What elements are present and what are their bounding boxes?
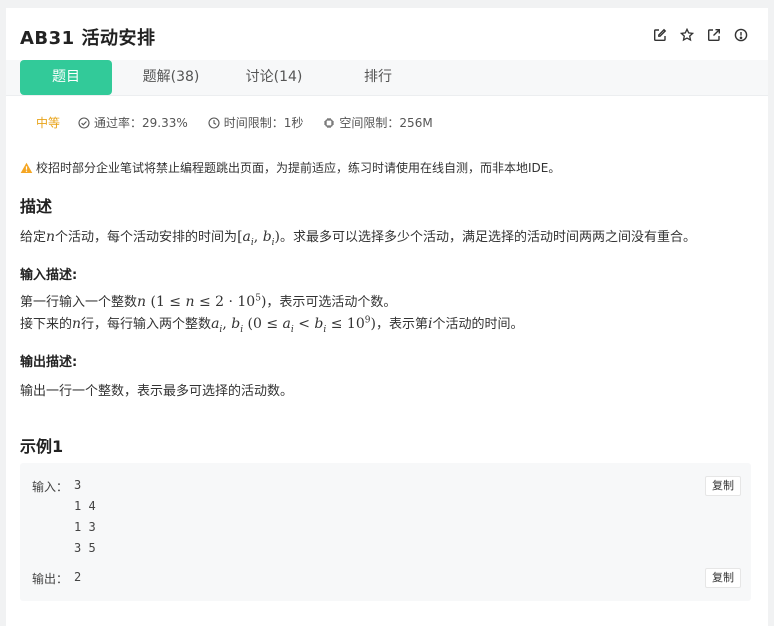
input-heading: 输入描述: [20,268,78,283]
time-limit-text: 时间限制：1秒 [223,116,304,130]
tab-solutions[interactable]: 题解(38) [136,60,206,95]
example-output-value: 2 [74,570,82,584]
example-heading: 示例1 [20,437,64,456]
example-input-line: 3 [74,478,82,492]
warning-icon [20,162,33,173]
notice-text: 校招时部分企业笔试将禁止编程题跳出页面，为提前适应，练习时请使用在线自测，而非本… [36,161,561,175]
output-text: 输出一行一个整数，表示最多可选择的活动数。 [20,384,294,399]
check-circle-icon [78,116,90,129]
example-output-label: 输出： [32,572,69,586]
problem-title: AB31 活动安排 [20,28,156,49]
output-heading: 输出描述: [20,355,78,370]
pass-rate-text: 通过率：29.33% [94,116,188,130]
difficulty-badge: 中等 [36,116,61,130]
description-heading: 描述 [20,197,53,216]
external-link-icon[interactable] [707,28,721,42]
example-box: 输入： 3 1 4 1 3 3 5 复制 输出： 2 复制 [20,463,751,601]
clock-icon [208,116,220,129]
exam-notice: 校招时部分企业笔试将禁止编程题跳出页面，为提前适应，练习时请使用在线自测，而非本… [20,159,560,176]
star-icon[interactable] [680,28,694,42]
copy-input-button[interactable]: 复制 [705,476,741,496]
interval-formula: [ai, bi) [237,229,281,248]
problem-header: AB31 活动安排 [6,8,768,60]
tab-bar: 题目 题解(38) 讨论(14) 排行 [6,60,768,96]
report-icon[interactable] [734,28,748,42]
space-limit: 空间限制：256M [323,114,433,131]
copy-output-button[interactable]: 复制 [705,568,741,588]
space-limit-text: 空间限制：256M [339,116,433,130]
pass-rate: 通过率：29.33% [78,114,188,131]
tab-ranking[interactable]: 排行 [356,60,400,95]
header-actions [653,28,748,42]
input-line-2: 接下来的n行，每行输入两个整数ai, bi (0 ≤ ai < bi ≤ 109… [20,315,524,335]
time-limit: 时间限制：1秒 [208,114,304,131]
description-text: 给定n个活动，每个活动安排的时间为[ai, bi)。求最多可以选择多少个活动，满… [20,229,697,248]
edit-icon[interactable] [653,28,667,42]
tab-problem[interactable]: 题目 [20,60,112,95]
problem-meta: 中等 通过率：29.33% 时间限制：1秒 空间限制：256M [36,114,453,131]
problem-card: AB31 活动安排 题目 题解(38) 讨论(14) 排行 中等 通过率：29.… [6,8,768,626]
example-input-line: 1 3 [74,520,96,534]
ab-constraint-formula: ai, bi (0 ≤ ai < bi ≤ 109) [211,315,376,335]
example-input-line: 3 5 [74,541,96,555]
input-line-1: 第一行输入一个整数n (1 ≤ n ≤ 2 · 105)，表示可选活动个数。 [20,293,397,310]
tab-discussion[interactable]: 讨论(14) [242,60,306,95]
chip-icon [324,117,335,128]
n-constraint-formula: n (1 ≤ n ≤ 2 · 105) [137,293,267,310]
example-input-label: 输入： [32,480,69,494]
example-input-line: 1 4 [74,499,96,513]
